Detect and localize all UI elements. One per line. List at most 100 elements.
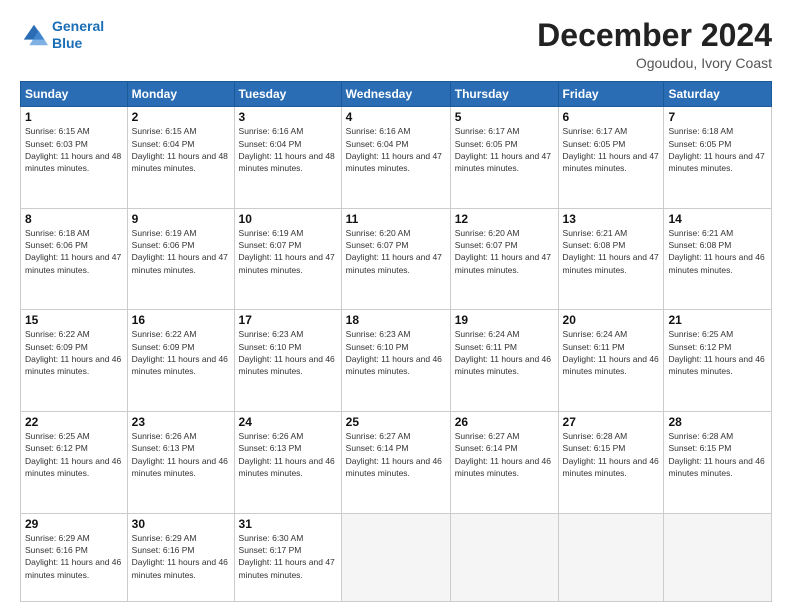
calendar-week-row: 29Sunrise: 6:29 AMSunset: 6:16 PMDayligh… <box>21 513 772 601</box>
day-number: 4 <box>346 110 446 124</box>
day-number: 20 <box>563 313 660 327</box>
day-number: 3 <box>239 110 337 124</box>
day-number: 15 <box>25 313 123 327</box>
title-block: December 2024 Ogoudou, Ivory Coast <box>537 18 772 71</box>
day-info: Sunrise: 6:28 AMSunset: 6:15 PMDaylight:… <box>668 430 767 479</box>
day-number: 18 <box>346 313 446 327</box>
table-row: 25Sunrise: 6:27 AMSunset: 6:14 PMDayligh… <box>341 412 450 514</box>
day-info: Sunrise: 6:19 AMSunset: 6:07 PMDaylight:… <box>239 227 337 276</box>
day-number: 10 <box>239 212 337 226</box>
weekday-friday: Friday <box>558 82 664 107</box>
table-row: 16Sunrise: 6:22 AMSunset: 6:09 PMDayligh… <box>127 310 234 412</box>
table-row: 20Sunrise: 6:24 AMSunset: 6:11 PMDayligh… <box>558 310 664 412</box>
day-info: Sunrise: 6:24 AMSunset: 6:11 PMDaylight:… <box>563 328 660 377</box>
day-info: Sunrise: 6:15 AMSunset: 6:03 PMDaylight:… <box>25 125 123 174</box>
day-number: 19 <box>455 313 554 327</box>
table-row: 5Sunrise: 6:17 AMSunset: 6:05 PMDaylight… <box>450 107 558 209</box>
logo-line2: Blue <box>52 35 82 51</box>
header: General Blue December 2024 Ogoudou, Ivor… <box>20 18 772 71</box>
table-row: 7Sunrise: 6:18 AMSunset: 6:05 PMDaylight… <box>664 107 772 209</box>
day-number: 17 <box>239 313 337 327</box>
day-number: 5 <box>455 110 554 124</box>
day-info: Sunrise: 6:17 AMSunset: 6:05 PMDaylight:… <box>455 125 554 174</box>
table-row: 21Sunrise: 6:25 AMSunset: 6:12 PMDayligh… <box>664 310 772 412</box>
weekday-monday: Monday <box>127 82 234 107</box>
table-row: 3Sunrise: 6:16 AMSunset: 6:04 PMDaylight… <box>234 107 341 209</box>
day-number: 12 <box>455 212 554 226</box>
day-info: Sunrise: 6:25 AMSunset: 6:12 PMDaylight:… <box>668 328 767 377</box>
table-row: 26Sunrise: 6:27 AMSunset: 6:14 PMDayligh… <box>450 412 558 514</box>
day-number: 21 <box>668 313 767 327</box>
weekday-sunday: Sunday <box>21 82 128 107</box>
table-row: 18Sunrise: 6:23 AMSunset: 6:10 PMDayligh… <box>341 310 450 412</box>
day-number: 14 <box>668 212 767 226</box>
day-info: Sunrise: 6:17 AMSunset: 6:05 PMDaylight:… <box>563 125 660 174</box>
table-row: 24Sunrise: 6:26 AMSunset: 6:13 PMDayligh… <box>234 412 341 514</box>
logo-line1: General <box>52 18 104 34</box>
day-info: Sunrise: 6:18 AMSunset: 6:06 PMDaylight:… <box>25 227 123 276</box>
table-row <box>664 513 772 601</box>
calendar-table: Sunday Monday Tuesday Wednesday Thursday… <box>20 81 772 602</box>
table-row: 23Sunrise: 6:26 AMSunset: 6:13 PMDayligh… <box>127 412 234 514</box>
location-subtitle: Ogoudou, Ivory Coast <box>537 55 772 71</box>
logo-text: General Blue <box>52 18 104 52</box>
weekday-tuesday: Tuesday <box>234 82 341 107</box>
logo-icon <box>20 21 48 49</box>
day-number: 1 <box>25 110 123 124</box>
day-number: 24 <box>239 415 337 429</box>
day-info: Sunrise: 6:18 AMSunset: 6:05 PMDaylight:… <box>668 125 767 174</box>
table-row: 15Sunrise: 6:22 AMSunset: 6:09 PMDayligh… <box>21 310 128 412</box>
day-info: Sunrise: 6:23 AMSunset: 6:10 PMDaylight:… <box>346 328 446 377</box>
day-info: Sunrise: 6:27 AMSunset: 6:14 PMDaylight:… <box>346 430 446 479</box>
table-row: 4Sunrise: 6:16 AMSunset: 6:04 PMDaylight… <box>341 107 450 209</box>
calendar-week-row: 1Sunrise: 6:15 AMSunset: 6:03 PMDaylight… <box>21 107 772 209</box>
day-number: 9 <box>132 212 230 226</box>
day-info: Sunrise: 6:16 AMSunset: 6:04 PMDaylight:… <box>239 125 337 174</box>
day-number: 7 <box>668 110 767 124</box>
day-info: Sunrise: 6:20 AMSunset: 6:07 PMDaylight:… <box>346 227 446 276</box>
table-row: 19Sunrise: 6:24 AMSunset: 6:11 PMDayligh… <box>450 310 558 412</box>
table-row <box>558 513 664 601</box>
day-info: Sunrise: 6:16 AMSunset: 6:04 PMDaylight:… <box>346 125 446 174</box>
day-number: 28 <box>668 415 767 429</box>
day-info: Sunrise: 6:29 AMSunset: 6:16 PMDaylight:… <box>25 532 123 581</box>
logo: General Blue <box>20 18 104 52</box>
table-row: 27Sunrise: 6:28 AMSunset: 6:15 PMDayligh… <box>558 412 664 514</box>
day-info: Sunrise: 6:22 AMSunset: 6:09 PMDaylight:… <box>25 328 123 377</box>
table-row: 14Sunrise: 6:21 AMSunset: 6:08 PMDayligh… <box>664 208 772 310</box>
day-number: 2 <box>132 110 230 124</box>
calendar-week-row: 22Sunrise: 6:25 AMSunset: 6:12 PMDayligh… <box>21 412 772 514</box>
table-row: 13Sunrise: 6:21 AMSunset: 6:08 PMDayligh… <box>558 208 664 310</box>
table-row: 2Sunrise: 6:15 AMSunset: 6:04 PMDaylight… <box>127 107 234 209</box>
calendar-week-row: 15Sunrise: 6:22 AMSunset: 6:09 PMDayligh… <box>21 310 772 412</box>
day-number: 23 <box>132 415 230 429</box>
day-number: 22 <box>25 415 123 429</box>
day-info: Sunrise: 6:27 AMSunset: 6:14 PMDaylight:… <box>455 430 554 479</box>
day-info: Sunrise: 6:26 AMSunset: 6:13 PMDaylight:… <box>239 430 337 479</box>
day-info: Sunrise: 6:24 AMSunset: 6:11 PMDaylight:… <box>455 328 554 377</box>
day-number: 29 <box>25 517 123 531</box>
day-info: Sunrise: 6:28 AMSunset: 6:15 PMDaylight:… <box>563 430 660 479</box>
day-info: Sunrise: 6:21 AMSunset: 6:08 PMDaylight:… <box>563 227 660 276</box>
day-info: Sunrise: 6:21 AMSunset: 6:08 PMDaylight:… <box>668 227 767 276</box>
table-row: 1Sunrise: 6:15 AMSunset: 6:03 PMDaylight… <box>21 107 128 209</box>
day-info: Sunrise: 6:19 AMSunset: 6:06 PMDaylight:… <box>132 227 230 276</box>
table-row: 11Sunrise: 6:20 AMSunset: 6:07 PMDayligh… <box>341 208 450 310</box>
day-info: Sunrise: 6:29 AMSunset: 6:16 PMDaylight:… <box>132 532 230 581</box>
table-row: 28Sunrise: 6:28 AMSunset: 6:15 PMDayligh… <box>664 412 772 514</box>
day-number: 27 <box>563 415 660 429</box>
day-info: Sunrise: 6:23 AMSunset: 6:10 PMDaylight:… <box>239 328 337 377</box>
day-number: 8 <box>25 212 123 226</box>
table-row <box>450 513 558 601</box>
day-info: Sunrise: 6:20 AMSunset: 6:07 PMDaylight:… <box>455 227 554 276</box>
day-number: 30 <box>132 517 230 531</box>
day-number: 25 <box>346 415 446 429</box>
day-number: 26 <box>455 415 554 429</box>
weekday-saturday: Saturday <box>664 82 772 107</box>
day-info: Sunrise: 6:22 AMSunset: 6:09 PMDaylight:… <box>132 328 230 377</box>
table-row: 30Sunrise: 6:29 AMSunset: 6:16 PMDayligh… <box>127 513 234 601</box>
table-row: 6Sunrise: 6:17 AMSunset: 6:05 PMDaylight… <box>558 107 664 209</box>
weekday-thursday: Thursday <box>450 82 558 107</box>
day-info: Sunrise: 6:25 AMSunset: 6:12 PMDaylight:… <box>25 430 123 479</box>
table-row <box>341 513 450 601</box>
